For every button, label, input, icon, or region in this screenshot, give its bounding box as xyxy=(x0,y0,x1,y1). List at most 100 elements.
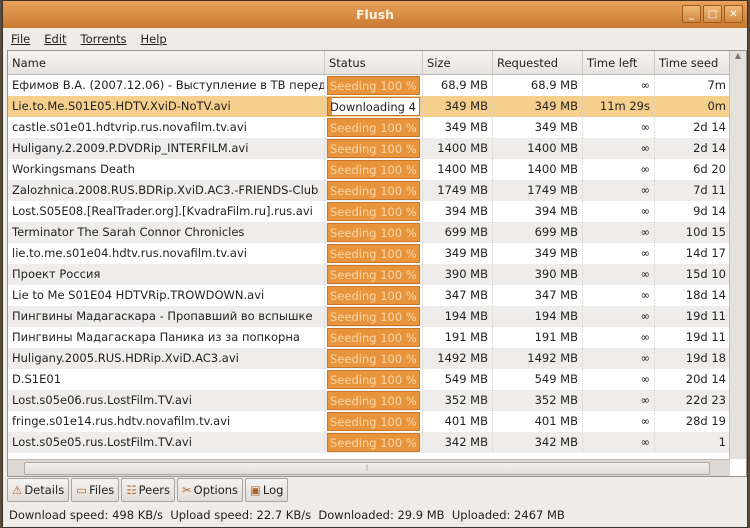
torrent-time-seed: 1 xyxy=(655,432,731,453)
status-text: Seeding 100 % xyxy=(330,268,417,282)
torrent-row[interactable]: fringe.s01e14.rus.hdtv.novafilm.tv.avi Se… xyxy=(8,411,746,432)
menu-bar: File Edit Torrents Help xyxy=(3,28,747,49)
torrent-row[interactable]: Workingsmans Death Seeding 100 % 1400 MB 14… xyxy=(8,159,746,180)
progress-bar: Seeding 100 % xyxy=(327,433,420,452)
torrent-time-seed: 0m xyxy=(655,96,731,117)
window-title: Flush xyxy=(355,7,395,22)
progress-bar: Seeding 100 % xyxy=(327,76,420,95)
menu-help[interactable]: Help xyxy=(141,32,167,46)
torrent-name: Проект Россия xyxy=(8,264,325,285)
vertical-scrollbar[interactable]: ▲ xyxy=(729,51,746,459)
torrent-time-seed: 2d 14 xyxy=(655,117,731,138)
progress-bar: Seeding 100 % xyxy=(327,244,420,263)
torrent-row[interactable]: Lie to Me S01E04 HDTVRip.TROWDOWN.avi See… xyxy=(8,285,746,306)
status-text: Seeding 100 % xyxy=(330,352,417,366)
column-header-time-seed[interactable]: Time seed xyxy=(655,51,731,74)
status-text: Seeding 100 % xyxy=(330,331,417,345)
torrent-status: Seeding 100 % xyxy=(325,138,423,159)
torrent-row[interactable]: Ефимов В.А. (2007.12.06) - Выступление в… xyxy=(8,75,746,96)
torrent-name: D.S1E01 xyxy=(8,369,325,390)
torrent-row[interactable]: Huligany.2.2009.P.DVDRip_INTERFILM.avi Se… xyxy=(8,138,746,159)
torrent-name: Workingsmans Death xyxy=(8,159,325,180)
log-icon: ▣ xyxy=(250,483,261,497)
torrent-status: Seeding 100 % xyxy=(325,159,423,180)
status-text: Seeding 100 % xyxy=(330,184,417,198)
details-icon: ⚠ xyxy=(12,483,23,497)
torrent-name: Lost.S05E08.[RealTrader.org].[KvadraFilm… xyxy=(8,201,325,222)
column-header-status[interactable]: Status xyxy=(325,51,423,74)
torrent-row[interactable]: Lost.s05e05.rus.LostFilm.TV.avi Seeding 1… xyxy=(8,432,746,453)
column-header-size[interactable]: Size xyxy=(423,51,493,74)
torrent-size: 68.9 MB xyxy=(423,75,493,96)
torrent-list: Name Status Size Requested Time left Tim… xyxy=(7,50,747,477)
status-text: Seeding 100 % xyxy=(330,142,417,156)
torrent-row[interactable]: Lie.to.Me.S01E05.HDTV.XviD-NoTV.avi Downl… xyxy=(8,96,746,117)
tab-peers[interactable]: ☷ Peers xyxy=(121,478,176,502)
torrent-name: Huligany.2005.RUS.HDRip.XviD.AC3.avi xyxy=(8,348,325,369)
torrent-row[interactable]: lie.to.me.s01e04.hdtv.rus.novafilm.tv.av… xyxy=(8,243,746,264)
tab-files[interactable]: ▭ Files xyxy=(71,478,120,502)
menu-edit[interactable]: Edit xyxy=(44,32,66,46)
torrent-size: 342 MB xyxy=(423,432,493,453)
progress-bar: Seeding 100 % xyxy=(327,202,420,221)
tab-log[interactable]: ▣ Log xyxy=(245,478,289,502)
torrent-size: 349 MB xyxy=(423,243,493,264)
torrent-time-left: ∞ xyxy=(583,222,655,243)
progress-bar: Seeding 100 % xyxy=(327,307,420,326)
torrent-time-seed: 19d 18 xyxy=(655,348,731,369)
torrent-time-left: ∞ xyxy=(583,432,655,453)
torrent-size: 549 MB xyxy=(423,369,493,390)
torrent-row[interactable]: Zalozhnica.2008.RUS.BDRip.XviD.AC3.-FRIE… xyxy=(8,180,746,201)
column-header-requested[interactable]: Requested xyxy=(493,51,583,74)
torrent-size: 347 MB xyxy=(423,285,493,306)
scroll-up-icon[interactable]: ▲ xyxy=(730,51,746,67)
torrent-row[interactable]: Lost.S05E08.[RealTrader.org].[KvadraFilm… xyxy=(8,201,746,222)
torrent-requested: 394 MB xyxy=(493,201,583,222)
torrent-requested: 352 MB xyxy=(493,390,583,411)
torrent-size: 401 MB xyxy=(423,411,493,432)
menu-torrents[interactable]: Torrents xyxy=(81,32,127,46)
tab-label: Details xyxy=(24,483,65,497)
torrent-size: 194 MB xyxy=(423,306,493,327)
torrent-row[interactable]: D.S1E01 Seeding 100 % 549 MB 549 MB ∞ 20d 14 xyxy=(8,369,746,390)
torrent-time-left: 11m 29s xyxy=(583,96,655,117)
torrent-requested: 1749 MB xyxy=(493,180,583,201)
horizontal-scrollbar[interactable]: ⁞ xyxy=(8,459,730,476)
torrent-size: 394 MB xyxy=(423,201,493,222)
torrent-time-left: ∞ xyxy=(583,285,655,306)
torrent-row[interactable]: Проект Россия Seeding 100 % 390 MB 390 MB ∞ 1… xyxy=(8,264,746,285)
close-button[interactable]: ✕ xyxy=(724,5,743,23)
torrent-time-left: ∞ xyxy=(583,159,655,180)
torrent-row[interactable]: Lost.s05e06.rus.LostFilm.TV.avi Seeding 1… xyxy=(8,390,746,411)
progress-bar: Seeding 100 % xyxy=(327,181,420,200)
torrent-time-seed: 19d 11 xyxy=(655,306,731,327)
torrent-time-left: ∞ xyxy=(583,306,655,327)
column-header-time-left[interactable]: Time left xyxy=(583,51,655,74)
minimize-button[interactable]: _ xyxy=(682,5,701,23)
torrent-time-seed: 28d 19 xyxy=(655,411,731,432)
tab-options[interactable]: ✂ Options xyxy=(177,478,244,502)
torrent-time-left: ∞ xyxy=(583,243,655,264)
maximize-button[interactable]: □ xyxy=(703,5,722,23)
torrent-name: Lie to Me S01E04 HDTVRip.TROWDOWN.avi xyxy=(8,285,325,306)
torrent-name: Zalozhnica.2008.RUS.BDRip.XviD.AC3.-FRIE… xyxy=(8,180,325,201)
torrent-row[interactable]: Пингвины Мадагаскара - Пропавший во вспы… xyxy=(8,306,746,327)
torrent-row[interactable]: Terminator The Sarah Connor Chronicles Se… xyxy=(8,222,746,243)
horizontal-scroll-thumb[interactable]: ⁞ xyxy=(24,461,710,475)
torrent-name: Lie.to.Me.S01E05.HDTV.XviD-NoTV.avi xyxy=(8,96,325,117)
torrent-requested: 699 MB xyxy=(493,222,583,243)
peers-icon: ☷ xyxy=(126,483,137,497)
torrent-status: Seeding 100 % xyxy=(325,390,423,411)
tab-label: Log xyxy=(262,483,284,497)
torrent-row[interactable]: castle.s01e01.hdtvrip.rus.novafilm.tv.av… xyxy=(8,117,746,138)
torrent-status: Seeding 100 % xyxy=(325,348,423,369)
torrent-row[interactable]: Huligany.2005.RUS.HDRip.XviD.AC3.avi Seed… xyxy=(8,348,746,369)
progress-bar: Seeding 100 % xyxy=(327,160,420,179)
column-headers: Name Status Size Requested Time left Tim… xyxy=(8,51,746,75)
torrent-row[interactable]: Пингвины Мадагаскара Паника из за попкор… xyxy=(8,327,746,348)
column-header-name[interactable]: Name xyxy=(8,51,325,74)
torrent-status: Seeding 100 % xyxy=(325,264,423,285)
torrent-time-left: ∞ xyxy=(583,138,655,159)
menu-file[interactable]: File xyxy=(11,32,30,46)
tab-details[interactable]: ⚠ Details xyxy=(7,478,70,502)
